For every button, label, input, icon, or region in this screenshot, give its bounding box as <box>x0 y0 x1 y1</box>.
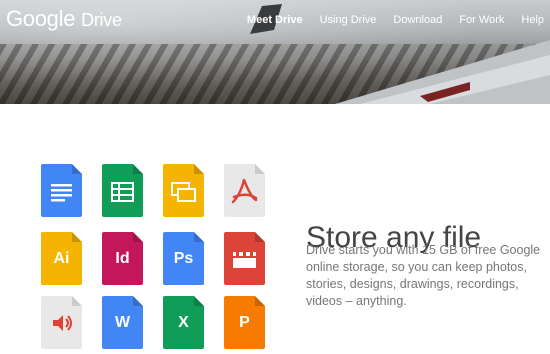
excel-label: X <box>178 313 189 331</box>
nav-download[interactable]: Download <box>393 14 442 26</box>
top-nav: Meet Drive Using Drive Download For Work… <box>230 14 544 26</box>
nav-help[interactable]: Help <box>521 14 544 26</box>
pdf-icon <box>224 164 265 217</box>
powerpoint-label: P <box>239 313 250 331</box>
nav-meet-drive[interactable]: Meet Drive <box>247 14 303 26</box>
photoshop-icon: Ps <box>163 232 204 285</box>
google-logo-text: Google <box>6 6 76 31</box>
word-label: W <box>114 313 131 331</box>
nav-using-drive[interactable]: Using Drive <box>320 14 377 26</box>
slides-icon <box>163 164 204 217</box>
video-icon <box>224 232 265 285</box>
audio-icon <box>41 296 82 349</box>
indesign-icon: Id <box>102 232 143 285</box>
feature-description: Drive starts you with 15 GB of free Goog… <box>306 243 541 308</box>
sheets-icon <box>102 164 143 217</box>
illustrator-label: Ai <box>53 249 70 267</box>
product-name: Drive <box>81 10 122 30</box>
file-type-icons-grid: Ai Id Ps W X P <box>41 164 266 354</box>
illustrator-icon: Ai <box>41 232 82 285</box>
excel-icon: X <box>163 296 204 349</box>
powerpoint-icon: P <box>224 296 265 349</box>
docs-icon <box>41 164 82 217</box>
hero-banner: Google Drive Meet Drive Using Drive Downl… <box>0 0 550 104</box>
indesign-label: Id <box>115 249 130 267</box>
word-icon: W <box>102 296 143 349</box>
photoshop-label: Ps <box>173 249 194 267</box>
google-drive-logo[interactable]: Google Drive <box>6 6 122 32</box>
nav-for-work[interactable]: For Work <box>459 14 504 26</box>
